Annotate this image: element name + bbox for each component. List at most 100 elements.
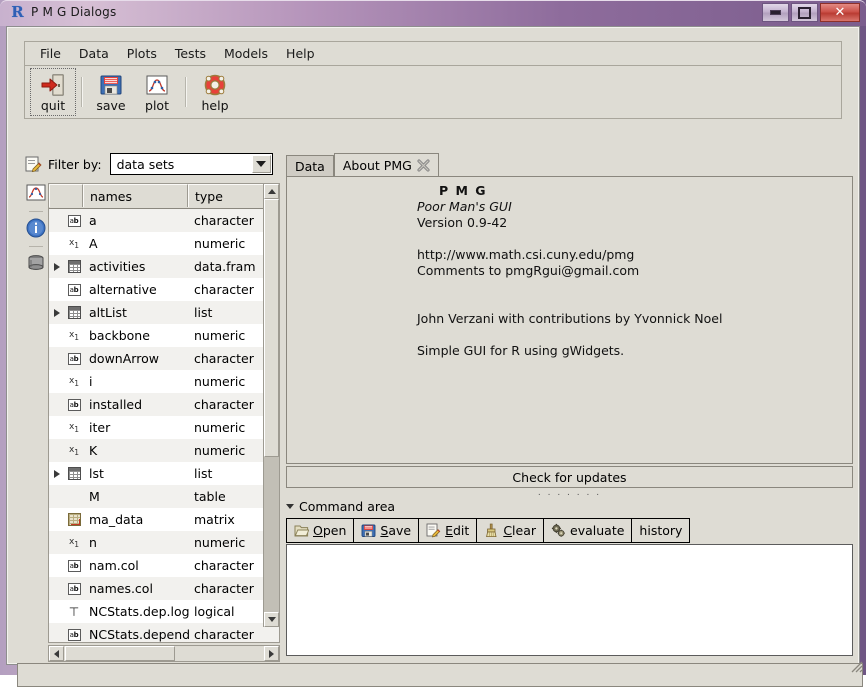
table-row[interactable]: ab a character [49, 209, 279, 232]
table-header-blank[interactable] [49, 184, 83, 207]
vertical-scrollbar-trough[interactable] [264, 457, 279, 612]
menu-item-data[interactable]: Data [70, 43, 118, 64]
table-row[interactable]: Mtable [49, 485, 279, 508]
chevron-right-icon[interactable] [54, 308, 60, 317]
tab-about-pmg[interactable]: About PMG [333, 153, 439, 177]
scroll-left-button[interactable] [49, 646, 64, 661]
history-button[interactable]: history [631, 517, 691, 543]
close-icon[interactable] [417, 158, 430, 172]
exit-door-icon [40, 72, 66, 98]
about-pane: P M G Poor Man's GUI Version 0.9-42 http… [286, 176, 853, 464]
table-row[interactable]: x1 i numeric [49, 370, 279, 393]
save-button-label: Save [380, 522, 412, 538]
check-for-updates-button[interactable]: Check for updates [286, 466, 853, 488]
filter-combobox[interactable]: data sets [109, 153, 273, 175]
numeric-icon: x1 [68, 536, 80, 549]
variable-browser-table[interactable]: names type ab a character x1 Anumeric activit… [48, 183, 280, 643]
table-row[interactable]: ⊤ NCStats.dep.log logical [49, 600, 279, 623]
save-button[interactable]: Save [353, 517, 420, 543]
chevron-right-icon[interactable] [54, 469, 60, 478]
row-type: character [194, 558, 254, 573]
table-row[interactable]: ab NCStats.depend character [49, 623, 279, 642]
table-row[interactable]: x1 iter numeric [49, 416, 279, 439]
table-row[interactable]: activities data.fram [49, 255, 279, 278]
table-row[interactable]: x1 Anumeric [49, 232, 279, 255]
table-row[interactable]: ab nam.col character [49, 554, 279, 577]
toolbar-button-plot[interactable]: plot [134, 68, 180, 116]
toolbar-button-save[interactable]: save [88, 68, 134, 116]
toolbar-button-quit[interactable]: quit [30, 68, 76, 116]
table-vertical-scrollbar[interactable] [263, 184, 279, 627]
chevron-right-icon[interactable] [54, 262, 60, 271]
table-header-names[interactable]: names [83, 184, 188, 207]
command-text-area[interactable] [286, 544, 853, 656]
logical-icon: ⊤ [68, 604, 80, 619]
row-expander[interactable] [49, 262, 65, 271]
menu-item-tests[interactable]: Tests [166, 43, 215, 64]
row-type: character [194, 627, 254, 642]
chevron-down-icon[interactable] [251, 155, 271, 173]
table-row[interactable]: ab downArrow character [49, 347, 279, 370]
menu-item-plots[interactable]: Plots [118, 43, 166, 64]
evaluate-button[interactable]: evaluate [543, 517, 633, 543]
menu-item-file[interactable]: File [31, 43, 70, 64]
filter-combobox-value: data sets [116, 156, 175, 172]
character-icon: ab [67, 352, 81, 365]
row-type: character [194, 581, 254, 596]
toolbar-button-help[interactable]: help [192, 68, 238, 116]
table-row[interactable]: ab alternative character [49, 278, 279, 301]
trash-can-icon[interactable] [25, 252, 47, 274]
tab-data[interactable]: Data [286, 155, 334, 177]
scroll-up-button[interactable] [264, 184, 279, 199]
vertical-scrollbar-thumb[interactable] [264, 199, 279, 457]
table-row[interactable]: ab installed character [49, 393, 279, 416]
row-type: numeric [194, 328, 246, 343]
table-row[interactable]: ma_data matrix [49, 508, 279, 531]
tab-about-pmg-label: About PMG [342, 157, 412, 173]
table-row[interactable]: ab names.col character [49, 577, 279, 600]
table-row[interactable]: x1 backbone numeric [49, 324, 279, 347]
row-expander[interactable] [49, 308, 65, 317]
table-row[interactable]: x1 Knumeric [49, 439, 279, 462]
row-expander[interactable] [49, 469, 65, 478]
row-type-icon: x1 [65, 238, 83, 250]
minimize-button[interactable] [762, 3, 789, 22]
info-icon[interactable] [25, 217, 47, 239]
close-button[interactable]: ✕ [820, 3, 860, 22]
menu-item-help[interactable]: Help [277, 43, 324, 64]
toolbar-button-save-label: save [96, 98, 126, 113]
check-for-updates-label: Check for updates [512, 469, 627, 485]
row-type-icon: x1 [65, 445, 83, 457]
table-horizontal-scrollbar[interactable] [48, 645, 280, 662]
table-row[interactable]: lst list [49, 462, 279, 485]
row-name: alternative [89, 282, 157, 297]
row-type-icon: ab [65, 352, 83, 365]
clear-button[interactable]: Clear [476, 517, 545, 543]
pencil-edit-icon [426, 523, 441, 538]
numeric-icon: x1 [68, 329, 80, 342]
row-type-icon: x1 [65, 537, 83, 549]
row-name: downArrow [89, 351, 159, 366]
resize-grip[interactable] [849, 659, 863, 673]
application-window: R P M G Dialogs ✕ File Data Plots Tests … [0, 0, 866, 687]
toolbar-separator-1 [81, 77, 83, 107]
table-row[interactable]: x1 n numeric [49, 531, 279, 554]
menu-item-models[interactable]: Models [215, 43, 277, 64]
scroll-down-button[interactable] [264, 612, 279, 627]
scroll-right-button[interactable] [264, 646, 279, 661]
pane-splitter-handle[interactable]: . . . . . . . [286, 489, 853, 498]
row-type-icon [65, 513, 83, 526]
dataframe-icon [67, 467, 81, 480]
plot-curve-icon[interactable] [25, 182, 47, 204]
chevron-down-icon[interactable] [286, 503, 294, 509]
table-header-type[interactable]: type [188, 184, 264, 207]
open-button[interactable]: Open [286, 517, 355, 543]
command-area-header[interactable]: Command area [286, 498, 853, 514]
edit-button[interactable]: Edit [418, 517, 478, 543]
table-row[interactable]: altList list [49, 301, 279, 324]
maximize-button[interactable] [791, 3, 818, 22]
about-subtitle: Poor Man's GUI [417, 199, 512, 214]
horizontal-scrollbar-thumb[interactable] [65, 646, 175, 661]
character-icon: ab [67, 283, 81, 296]
about-url: http://www.math.csi.cuny.edu/pmg [417, 247, 635, 262]
